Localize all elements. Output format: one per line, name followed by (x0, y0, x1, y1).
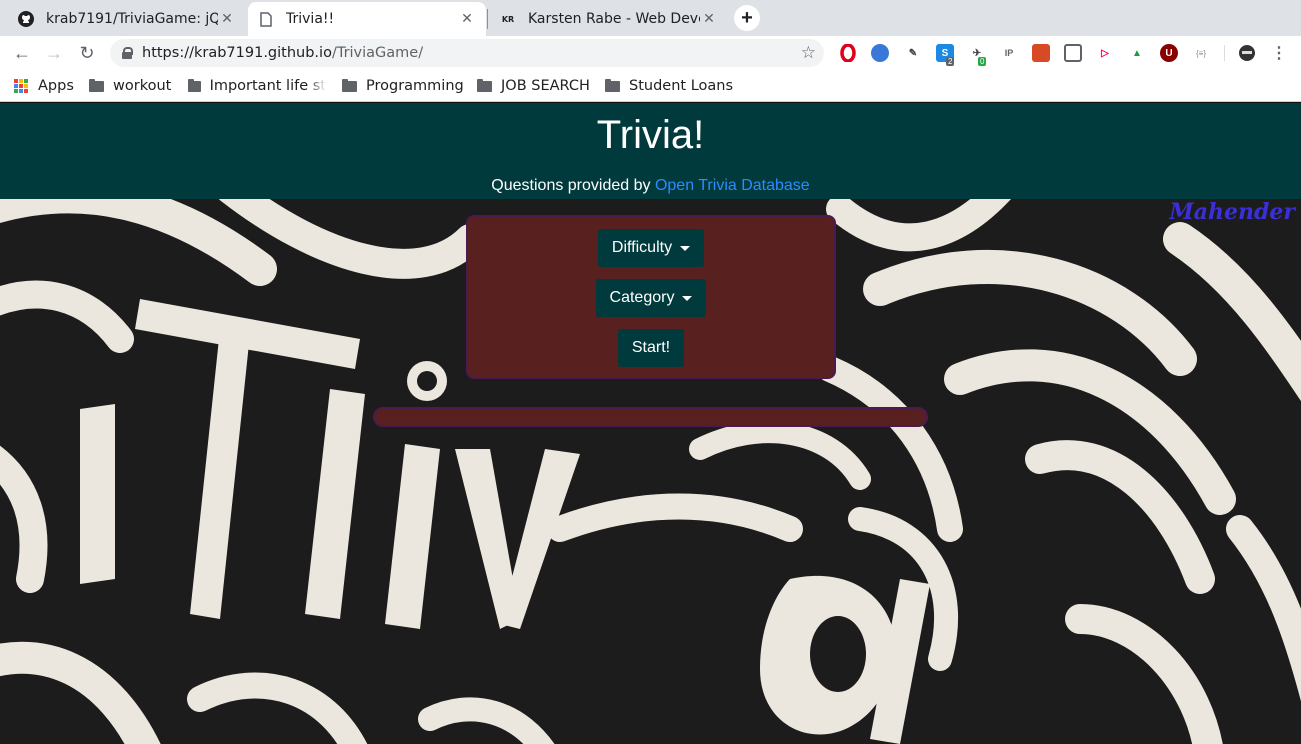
credit-prefix: Questions provided by (491, 177, 655, 194)
caret-down-icon (682, 295, 693, 301)
ip-icon[interactable]: IP (1000, 44, 1018, 62)
shield-icon[interactable] (1064, 44, 1082, 62)
bookmark-label: Programming (366, 78, 464, 94)
html-icon[interactable] (1032, 44, 1050, 62)
bookmark-important-life[interactable]: Important life st (188, 76, 326, 96)
ublock-icon[interactable]: U (1160, 44, 1178, 62)
game-options-panel: Difficulty Category Start! (466, 215, 836, 379)
question-area-bar (373, 407, 928, 427)
bookmark-star-icon[interactable]: ☆ (801, 43, 816, 63)
github-icon (18, 11, 34, 27)
bookmark-label: Apps (38, 78, 74, 94)
apps-grid-icon (14, 79, 28, 93)
kr-icon: KR (501, 14, 515, 24)
bookmark-programming[interactable]: Programming (342, 76, 464, 96)
bookmark-label: Student Loans (629, 78, 734, 94)
tab-divider (487, 9, 488, 29)
tab-strip: krab7191/TriviaGame: jQuery ✕ Trivia!! ✕… (0, 0, 1301, 36)
opera-icon[interactable] (839, 44, 857, 62)
tab-title: krab7191/TriviaGame: jQuery (46, 11, 218, 27)
tab-trivia[interactable]: Trivia!! ✕ (248, 2, 486, 36)
close-icon[interactable]: ✕ (700, 11, 718, 27)
signature-watermark: Mahender (1169, 199, 1295, 225)
folder-icon (477, 78, 492, 92)
tab-github[interactable]: krab7191/TriviaGame: jQuery ✕ (8, 2, 246, 36)
tab-title: Karsten Rabe - Web Developer (528, 11, 700, 27)
arrow-right-icon: → (45, 42, 63, 63)
bookmark-job-search[interactable]: JOB SEARCH (477, 76, 590, 96)
close-icon[interactable]: ✕ (458, 11, 476, 27)
play-icon[interactable]: ▷ (1096, 44, 1114, 62)
tab-title: Trivia!! (286, 11, 335, 27)
forward-button[interactable]: → (44, 43, 64, 63)
arrow-left-icon: ← (13, 42, 31, 63)
plus-icon: + (741, 6, 753, 29)
category-dropdown[interactable]: Category (596, 279, 706, 317)
caret-down-icon (680, 245, 691, 251)
difficulty-label: Difficulty (611, 239, 673, 256)
page-viewport: Trivia! Questions provided by Open Trivi… (0, 103, 1301, 744)
bookmark-label: Important life st (209, 78, 326, 94)
menu-icon[interactable]: ⋮ (1270, 44, 1288, 62)
folder-icon (89, 78, 104, 92)
profile-icon[interactable] (1238, 44, 1256, 62)
bookmark-label: workout (113, 78, 172, 94)
lock-icon (122, 47, 133, 59)
globe-icon[interactable] (871, 44, 889, 62)
eyedropper-icon[interactable]: ✎ (904, 44, 922, 62)
count-badge: 0 (978, 57, 987, 66)
start-button[interactable]: Start! (618, 329, 684, 367)
page-title: Trivia! (596, 113, 705, 157)
header-banner: Trivia! Questions provided by Open Trivi… (0, 103, 1301, 199)
count-badge: 2 (946, 57, 955, 66)
close-icon[interactable]: ✕ (218, 11, 236, 27)
url-host: https://krab7191.github.io (142, 45, 332, 61)
folder-icon (342, 78, 357, 92)
open-trivia-link[interactable]: Open Trivia Database (655, 177, 810, 194)
new-tab-button[interactable]: + (734, 5, 760, 31)
reload-icon: ↻ (79, 42, 95, 63)
reload-button[interactable]: ↻ (77, 43, 97, 63)
address-bar[interactable]: https://krab7191.github.io/TriviaGame/ ☆ (110, 39, 824, 67)
category-label: Category (609, 289, 675, 306)
credit-line: Questions provided by Open Trivia Databa… (0, 177, 1301, 195)
bookmark-apps[interactable]: Apps (14, 76, 74, 96)
bookmarks-bar: Apps workout Important life st Programmi… (0, 70, 1301, 102)
page-icon (258, 11, 274, 27)
url-path: /TriviaGame/ (331, 45, 424, 61)
browser-toolbar: ← → ↻ https://krab7191.github.io/TriviaG… (0, 36, 1301, 70)
tab-karsten[interactable]: KR Karsten Rabe - Web Developer ✕ (490, 2, 728, 36)
url-text: https://krab7191.github.io/TriviaGame/ (142, 45, 423, 61)
json-icon[interactable]: {≡} (1192, 44, 1210, 62)
folder-icon (188, 78, 201, 92)
bookmark-label: JOB SEARCH (501, 78, 590, 94)
back-button[interactable]: ← (12, 43, 32, 63)
start-label: Start! (631, 339, 671, 356)
folder-icon (605, 78, 620, 92)
bookmark-workout[interactable]: workout (89, 76, 171, 96)
bookmark-student-loans[interactable]: Student Loans (605, 76, 733, 96)
difficulty-dropdown[interactable]: Difficulty (598, 229, 704, 267)
caret-up-icon[interactable]: ▲ (1128, 44, 1146, 62)
toolbar-divider (1224, 45, 1225, 61)
